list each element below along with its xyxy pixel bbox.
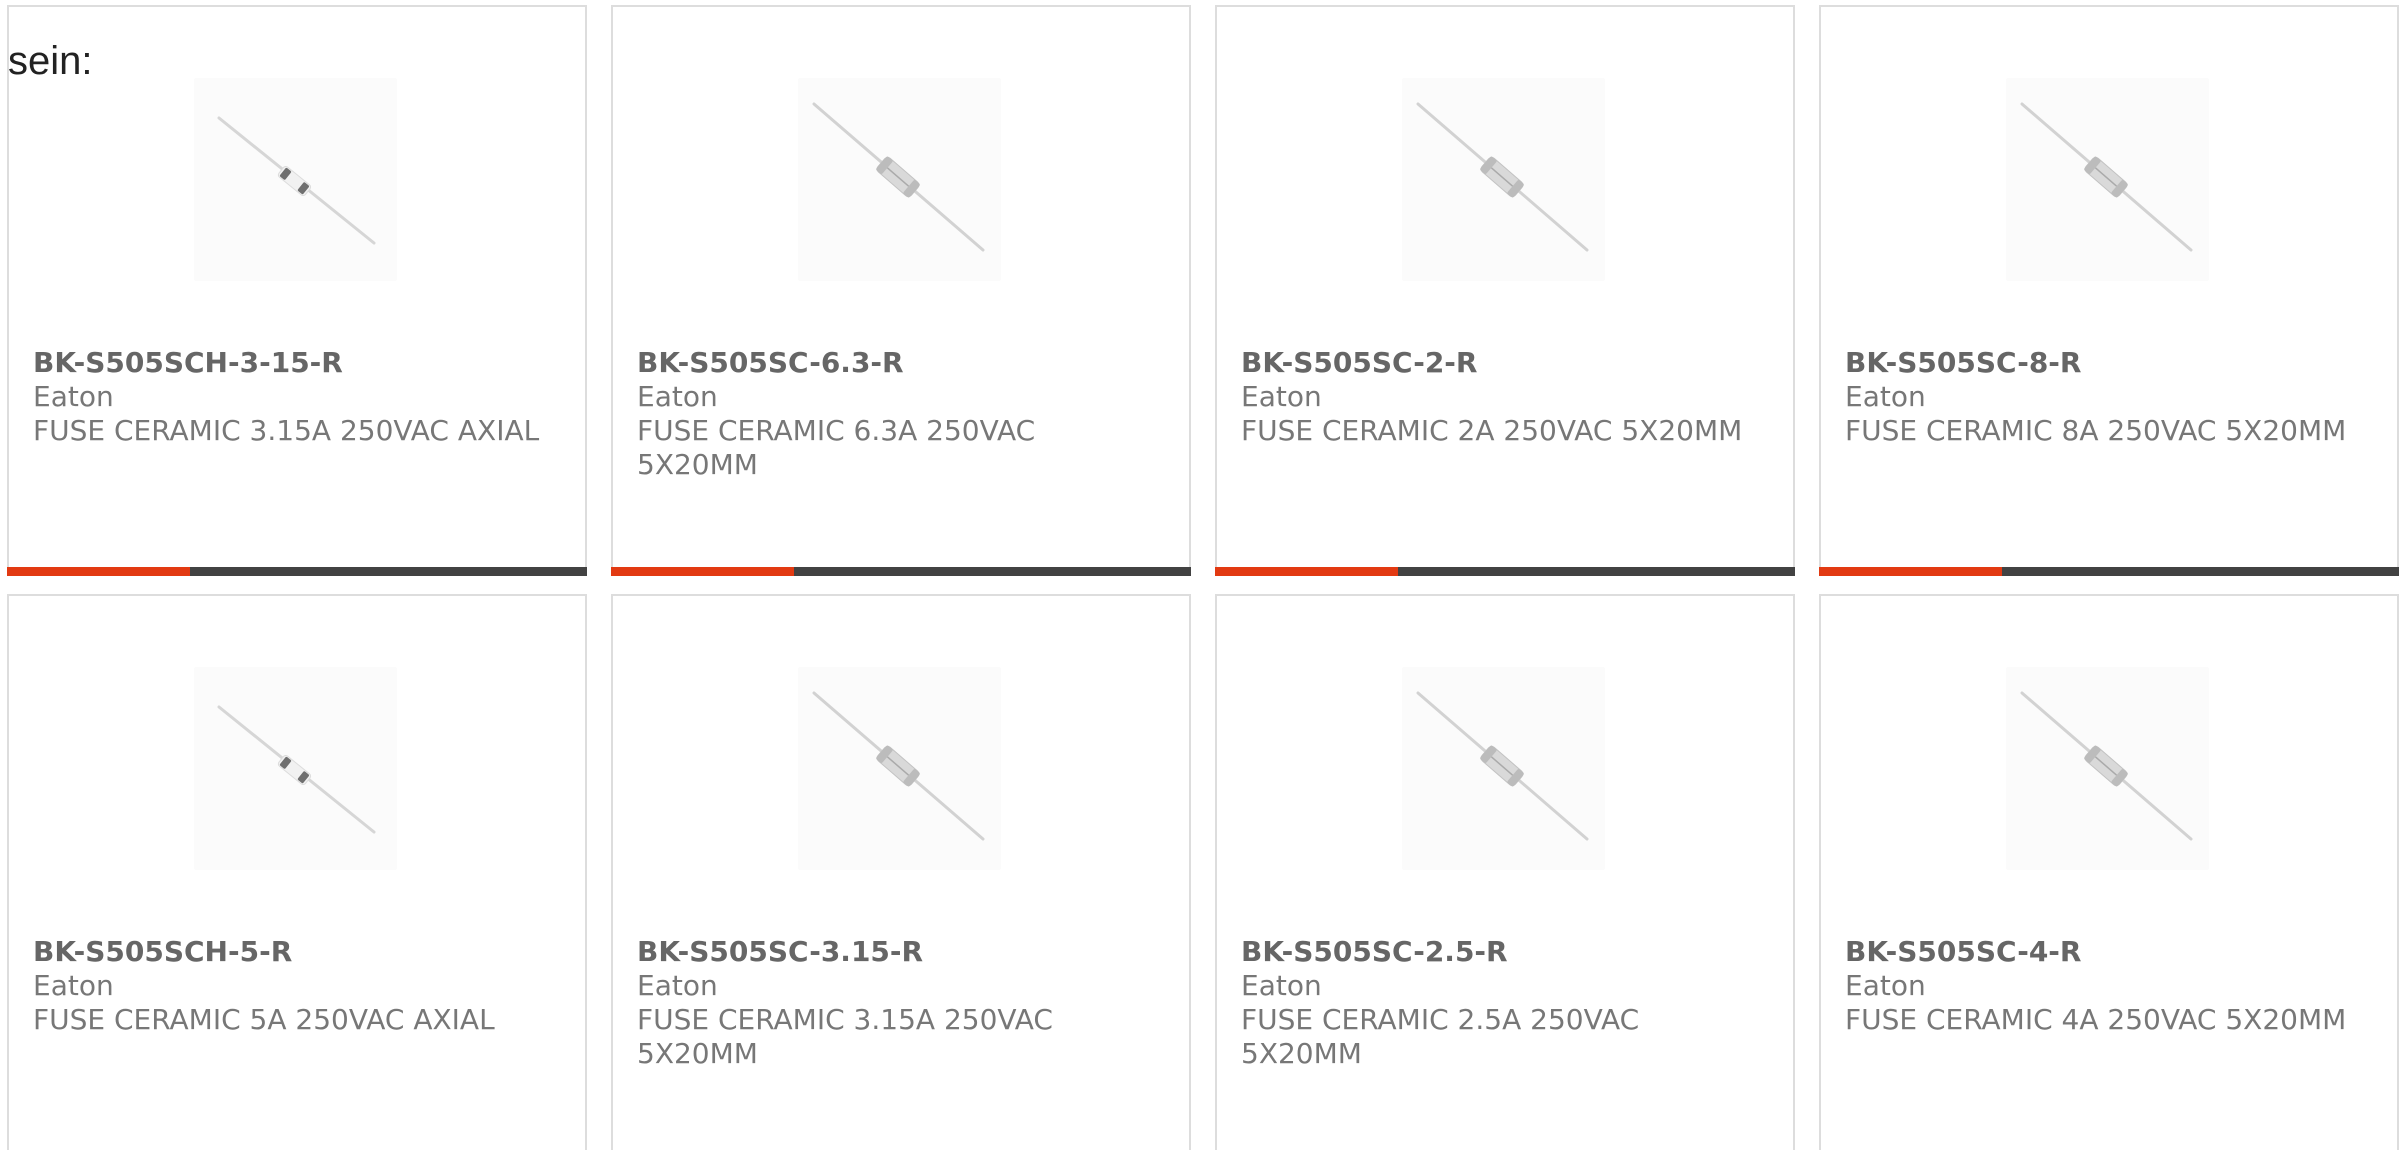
intro-text: sein: (8, 39, 93, 83)
card-footer-bar (611, 567, 1191, 576)
product-card[interactable]: BK-S505SC-2-R Eaton FUSE CERAMIC 2A 250V… (1215, 5, 1795, 576)
ceramic-fuse-icon (1416, 102, 1589, 252)
card-accent-bar (1819, 567, 2002, 576)
part-number-link[interactable]: BK-S505SC-3.15-R (637, 935, 1157, 969)
product-grid: BK-S505SCH-3-15-R Eaton FUSE CERAMIC 3.1… (7, 5, 2400, 1150)
product-description: FUSE CERAMIC 5A 250VAC AXIAL (33, 1003, 495, 1036)
manufacturer-name: Eaton (1241, 969, 1322, 1002)
manufacturer-name: Eaton (33, 380, 114, 413)
product-description: FUSE CERAMIC 2.5A 250VAC 5X20MM (1241, 1003, 1640, 1070)
part-number-link[interactable]: BK-S505SCH-5-R (33, 935, 553, 969)
ceramic-fuse-icon (812, 102, 985, 252)
axial-fuse-glass-icon (217, 116, 376, 245)
product-description: FUSE CERAMIC 3.15A 250VAC AXIAL (33, 414, 540, 447)
product-description: FUSE CERAMIC 4A 250VAC 5X20MM (1845, 1003, 2347, 1036)
ceramic-fuse-icon (812, 691, 985, 841)
product-card[interactable]: BK-S505SC-6.3-R Eaton FUSE CERAMIC 6.3A … (611, 5, 1191, 576)
card-accent-bar (1215, 567, 1398, 576)
product-image[interactable] (194, 78, 397, 281)
part-number-link[interactable]: BK-S505SCH-3-15-R (33, 346, 553, 380)
manufacturer-name: Eaton (637, 380, 718, 413)
ceramic-fuse-icon (1416, 691, 1589, 841)
card-footer-bar (7, 567, 587, 576)
card-footer-bar (1819, 567, 2399, 576)
product-image[interactable] (1402, 667, 1605, 870)
card-footer-bar (1215, 567, 1795, 576)
product-description: FUSE CERAMIC 3.15A 250VAC 5X20MM (637, 1003, 1053, 1070)
product-image[interactable] (194, 667, 397, 870)
manufacturer-name: Eaton (637, 969, 718, 1002)
product-image[interactable] (798, 78, 1001, 281)
product-image[interactable] (2006, 667, 2209, 870)
manufacturer-name: Eaton (1241, 380, 1322, 413)
part-number-link[interactable]: BK-S505SC-8-R (1845, 346, 2365, 380)
product-description: FUSE CERAMIC 8A 250VAC 5X20MM (1845, 414, 2347, 447)
manufacturer-name: Eaton (1845, 969, 1926, 1002)
product-description: FUSE CERAMIC 6.3A 250VAC 5X20MM (637, 414, 1036, 481)
manufacturer-name: Eaton (33, 969, 114, 1002)
card-accent-bar (7, 567, 190, 576)
product-card[interactable]: BK-S505SC-4-R Eaton FUSE CERAMIC 4A 250V… (1819, 594, 2399, 1150)
product-description: FUSE CERAMIC 2A 250VAC 5X20MM (1241, 414, 1743, 447)
product-card[interactable]: BK-S505SC-8-R Eaton FUSE CERAMIC 8A 250V… (1819, 5, 2399, 576)
product-card[interactable]: BK-S505SC-3.15-R Eaton FUSE CERAMIC 3.15… (611, 594, 1191, 1150)
product-image[interactable] (2006, 78, 2209, 281)
manufacturer-name: Eaton (1845, 380, 1926, 413)
ceramic-fuse-icon (2020, 102, 2193, 252)
part-number-link[interactable]: BK-S505SC-4-R (1845, 935, 2365, 969)
part-number-link[interactable]: BK-S505SC-2.5-R (1241, 935, 1761, 969)
part-number-link[interactable]: BK-S505SC-2-R (1241, 346, 1761, 380)
ceramic-fuse-icon (2020, 691, 2193, 841)
card-accent-bar (611, 567, 794, 576)
product-image[interactable] (1402, 78, 1605, 281)
product-card[interactable]: BK-S505SCH-5-R Eaton FUSE CERAMIC 5A 250… (7, 594, 587, 1150)
part-number-link[interactable]: BK-S505SC-6.3-R (637, 346, 1157, 380)
axial-fuse-glass-icon (217, 705, 376, 834)
product-card[interactable]: BK-S505SC-2.5-R Eaton FUSE CERAMIC 2.5A … (1215, 594, 1795, 1150)
product-image[interactable] (798, 667, 1001, 870)
product-card[interactable]: BK-S505SCH-3-15-R Eaton FUSE CERAMIC 3.1… (7, 5, 587, 576)
